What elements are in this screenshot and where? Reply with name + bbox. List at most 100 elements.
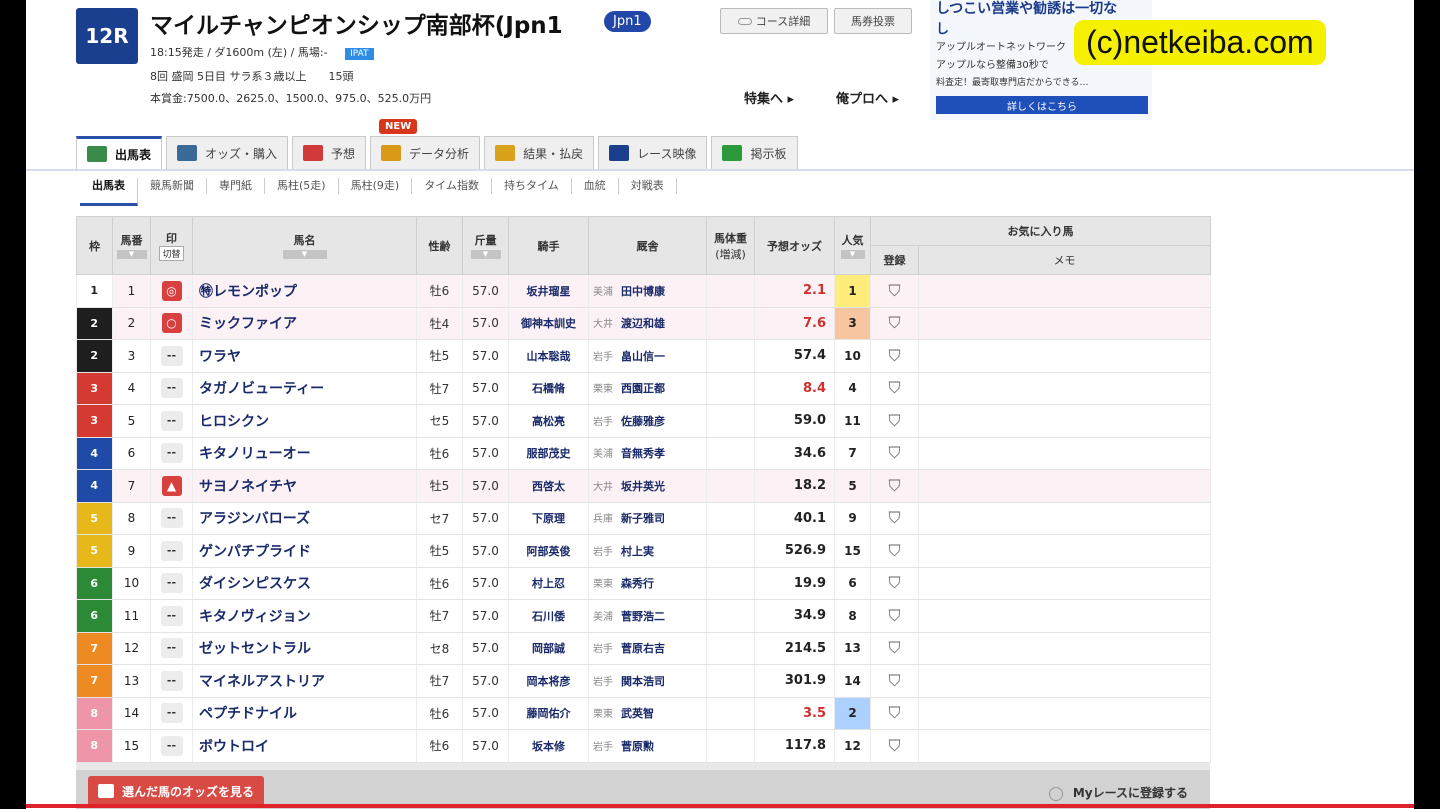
mark-none[interactable]: -- [160,573,183,594]
trainer-name[interactable]: 村上実 [621,545,654,558]
trainer-cell[interactable]: 岩手 村上実 [588,534,707,568]
horse-name[interactable]: タガノビューティー [192,372,417,405]
tab-6[interactable]: 掲示板 [711,136,798,169]
trainer-cell[interactable]: 栗東 森秀行 [588,567,707,600]
trainer-cell[interactable]: 兵庫 新子雅司 [588,502,707,535]
table-row[interactable]: 6 11 -- キタノヴィジョン 牡7 57.0 石川倭 美浦 菅野浩二 34.9 8 ⛉ [76,599,1211,633]
subtab-1[interactable]: 競馬新聞 [138,178,207,194]
table-row[interactable]: 8 15 -- ボウトロイ 牡6 57.0 坂本修 岩手 菅原勲 117.8 12 ⛉ [76,729,1211,763]
table-row[interactable]: 5 9 -- ゲンパチプライド 牡5 57.0 阿部英俊 岩手 村上実 526.9 15 ⛉ [76,534,1211,568]
memo-cell[interactable] [918,697,1211,730]
trainer-name[interactable]: 音無秀孝 [621,447,665,460]
memo-cell[interactable] [918,729,1211,763]
trainer-cell[interactable]: 美浦 菅野浩二 [588,599,707,633]
ad-details-button[interactable]: 詳しくはこちら [936,96,1148,114]
mark-cell[interactable]: ◎ [150,274,193,308]
table-row[interactable]: 3 4 -- タガノビューティー 牡7 57.0 石橋脩 栗東 西園正都 8.4 4 ⛉ [76,372,1211,405]
add-favorite-icon[interactable]: ⛉ [888,476,900,495]
table-row[interactable]: 6 10 -- ダイシンピスケス 牡6 57.0 村上忍 栗東 森秀行 19.9 6 ⛉ [76,567,1211,600]
memo-cell[interactable] [918,469,1211,503]
tab-2[interactable]: 予想 [292,136,367,169]
trainer-cell[interactable]: 美浦 音無秀孝 [588,437,707,470]
jockey[interactable]: 服部茂史 [508,437,589,470]
col-weight[interactable]: 斤量 ▼ [462,216,509,275]
table-row[interactable]: 2 3 -- ワラヤ 牡5 57.0 山本聡哉 岩手 畠山信一 57.4 10 ⛉ [76,339,1211,373]
trainer-name[interactable]: 関本浩司 [621,675,665,688]
add-favorite-icon[interactable]: ⛉ [888,736,900,755]
mark-cell[interactable]: -- [150,372,193,405]
memo-cell[interactable] [918,502,1211,535]
mark-cell[interactable]: -- [150,697,193,730]
course-detail-button[interactable]: コース詳細 [720,8,828,34]
favorite-register[interactable]: ⛉ [870,404,919,438]
jockey[interactable]: 御神本訓史 [508,307,589,340]
horse-name[interactable]: ダイシンピスケス [192,567,417,600]
trainer-name[interactable]: 坂井英光 [621,480,665,493]
ipat-badge[interactable]: IPAT [345,48,374,60]
special-feature-link[interactable]: 特集へ ▸ [744,88,794,107]
memo-cell[interactable] [918,372,1211,405]
favorite-register[interactable]: ⛉ [870,729,919,763]
trainer-cell[interactable]: 栗東 武英智 [588,697,707,730]
add-favorite-icon[interactable]: ⛉ [888,638,900,657]
jockey[interactable]: 岡部誠 [508,632,589,665]
subtab-3[interactable]: 馬柱(5走) [265,178,339,194]
table-row[interactable]: 3 5 -- ヒロシクン セ5 57.0 高松亮 岩手 佐藤雅彦 59.0 11 ⛉ [76,404,1211,438]
mark-cell[interactable]: -- [150,567,193,600]
blog-link[interactable]: 俺プロへ ▸ [836,88,899,107]
trainer-name[interactable]: 菅原勲 [621,740,654,753]
mark-none[interactable]: -- [160,703,183,724]
trainer-cell[interactable]: 美浦 田中博康 [588,274,707,308]
view-selected-odds-button[interactable]: 選んだ馬のオッズを見る [88,776,265,806]
favorite-register[interactable]: ⛉ [870,632,919,665]
mark-none[interactable]: -- [160,378,183,399]
trainer-name[interactable]: 渡辺和雄 [621,317,665,330]
trainer-name[interactable]: 田中博康 [621,285,665,298]
ticket-buy-button[interactable]: 馬券投票 [834,8,912,34]
subtab-6[interactable]: 持ちタイム [492,178,572,194]
add-favorite-icon[interactable]: ⛉ [888,508,900,527]
favorite-register[interactable]: ⛉ [870,534,919,568]
prediction-mark-icon[interactable]: ◎ [161,280,182,301]
memo-cell[interactable] [918,534,1211,568]
memo-cell[interactable] [918,664,1211,698]
subtab-4[interactable]: 馬柱(9走) [339,178,413,194]
add-favorite-icon[interactable]: ⛉ [888,573,900,592]
jockey[interactable]: 坂井瑠星 [508,274,589,308]
table-row[interactable]: 4 6 -- キタノリューオー 牡6 57.0 服部茂史 美浦 音無秀孝 34.6 7 ⛉ [76,437,1211,470]
sort-arrow-icon[interactable]: ▼ [116,250,147,259]
jockey[interactable]: 山本聡哉 [508,339,589,373]
add-favorite-icon[interactable]: ⛉ [888,541,900,560]
mark-cell[interactable]: ○ [150,307,193,340]
subtab-8[interactable]: 対戦表 [619,178,677,194]
mark-cell[interactable]: -- [150,729,193,763]
memo-cell[interactable] [918,632,1211,665]
trainer-cell[interactable]: 栗東 西園正都 [588,372,707,405]
favorite-register[interactable]: ⛉ [870,372,919,405]
mark-none[interactable]: -- [160,638,183,659]
add-favorite-icon[interactable]: ⛉ [888,281,900,300]
table-row[interactable]: 5 8 -- アラジンバローズ セ7 57.0 下原理 兵庫 新子雅司 40.1 9 ⛉ [76,502,1211,535]
mark-cell[interactable]: -- [150,534,193,568]
subtab-5[interactable]: タイム指数 [412,178,492,194]
add-favorite-icon[interactable]: ⛉ [888,411,900,430]
mark-cell[interactable]: ▲ [150,469,193,503]
favorite-register[interactable]: ⛉ [870,697,919,730]
tab-1[interactable]: オッズ・購入 [166,136,289,169]
mark-cell[interactable]: -- [150,502,193,535]
mark-none[interactable]: -- [160,670,183,691]
horse-name[interactable]: ミックファイア [192,307,417,340]
favorite-register[interactable]: ⛉ [870,664,919,698]
mark-cell[interactable]: -- [150,339,193,373]
jockey[interactable]: 高松亮 [508,404,589,438]
trainer-cell[interactable]: 岩手 菅原右吉 [588,632,707,665]
mark-none[interactable]: -- [160,443,183,464]
favorite-register[interactable]: ⛉ [870,469,919,503]
jockey[interactable]: 石橋脩 [508,372,589,405]
subtab-7[interactable]: 血統 [572,178,619,194]
horse-name[interactable]: サヨノネイチヤ [192,469,417,503]
add-favorite-icon[interactable]: ⛉ [888,703,900,722]
jockey[interactable]: 藤岡佑介 [508,697,589,730]
mark-cell[interactable]: -- [150,437,193,470]
jockey[interactable]: 村上忍 [508,567,589,600]
